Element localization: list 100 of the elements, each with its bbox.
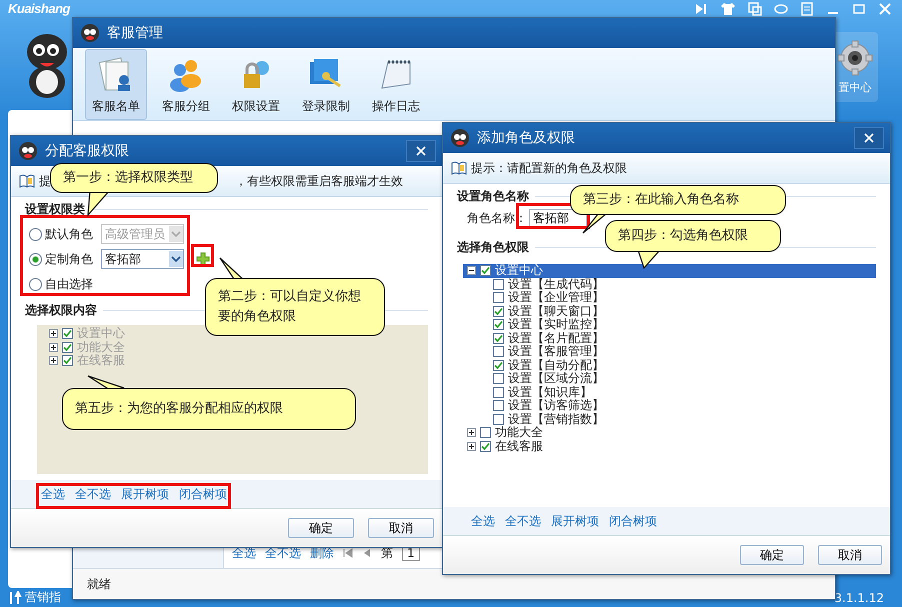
radio-button[interactable]	[29, 278, 42, 290]
tree-label: 功能大全	[495, 426, 543, 440]
tree-row[interactable]: 功能大全	[463, 426, 876, 440]
section-title: 选择权限内容	[25, 302, 97, 319]
link[interactable]: 闭合树项	[179, 486, 227, 502]
link[interactable]: 闭合树项	[609, 512, 657, 530]
checkbox[interactable]	[493, 306, 504, 317]
tree-label: 在线客服	[495, 440, 543, 453]
dialog-title: 分配客服权限	[45, 142, 129, 160]
tree-label: 设置【实时监控】	[508, 318, 604, 332]
tree-label: 设置【企业管理】	[508, 291, 604, 304]
close-icon	[416, 146, 426, 156]
shirt-icon[interactable]	[720, 2, 736, 16]
caret-icon	[169, 226, 183, 242]
checkbox[interactable]	[493, 373, 504, 384]
tree-row[interactable]: 设置【访客筛选】	[489, 399, 876, 412]
toolbar-button[interactable]: 权限设置	[225, 48, 287, 120]
close-button[interactable]	[854, 127, 884, 149]
tree-label: 在线客服	[77, 354, 125, 368]
tools-icon	[8, 590, 22, 604]
marketing-index-label[interactable]: 营销指	[25, 589, 61, 606]
tree-label: 设置【知识库】	[508, 386, 592, 399]
checkbox[interactable]	[493, 414, 504, 425]
checkbox[interactable]	[480, 440, 491, 452]
toolbar-button[interactable]: 客服分组	[155, 48, 217, 120]
tree-row[interactable]: 在线客服	[463, 440, 876, 453]
radio-label[interactable]: 自由选择	[45, 276, 93, 292]
dropdown: 高级管理员	[101, 224, 184, 244]
checkbox[interactable]	[493, 360, 504, 371]
tree-row[interactable]: 设置【营销指数】	[489, 412, 876, 426]
radio-label[interactable]: 默认角色	[45, 226, 93, 242]
window-icon[interactable]	[748, 2, 762, 16]
field-label: 角色名称：	[467, 210, 527, 226]
link[interactable]: 全不选	[505, 512, 541, 530]
checkbox[interactable]	[493, 278, 504, 290]
book-icon	[451, 160, 467, 176]
mascot-icon	[79, 22, 101, 44]
checkbox[interactable]	[480, 427, 491, 438]
checkbox[interactable]	[493, 386, 504, 398]
expand-icon[interactable]	[467, 442, 476, 451]
tree-label: 设置【访客筛选】	[508, 399, 604, 412]
tree-row[interactable]: 设置【聊天窗口】	[489, 304, 876, 318]
checkbox[interactable]	[493, 346, 504, 358]
link[interactable]: 全选	[41, 486, 65, 502]
tree-label: 设置【客服管理】	[508, 345, 604, 358]
skip-icon[interactable]	[694, 2, 708, 16]
tree-label: 设置中心	[495, 264, 543, 278]
ok-button[interactable]: 确定	[288, 518, 354, 538]
add-icon[interactable]	[196, 252, 210, 266]
cancel-button[interactable]: 取消	[818, 545, 882, 565]
link[interactable]: 全选	[471, 512, 495, 530]
toolbar-button[interactable]: 登录限制	[295, 48, 357, 120]
tree-label: 设置中心	[77, 327, 125, 340]
section-title: 设置角色名称	[457, 188, 529, 205]
cancel-button[interactable]: 取消	[368, 518, 434, 538]
tree-row[interactable]: 设置【名片配置】	[489, 332, 876, 345]
dropdown[interactable]: 客拓部	[101, 249, 184, 269]
link[interactable]: 全选	[232, 544, 256, 562]
radio-label[interactable]: 定制角色	[45, 250, 93, 268]
window-title: 客服管理	[107, 24, 163, 42]
page-label: 第	[381, 544, 393, 562]
tree-row[interactable]: 设置中心	[463, 264, 876, 278]
radio-button[interactable]	[29, 252, 42, 266]
first-page-icon[interactable]	[343, 548, 353, 558]
app-logo: Kuaishang	[8, 1, 70, 16]
toolbar-button[interactable]: 操作日志	[365, 48, 427, 120]
tree-row[interactable]: 设置【生成代码】	[489, 278, 876, 291]
mascot-icon	[17, 140, 39, 162]
checkbox[interactable]	[493, 319, 504, 330]
link[interactable]: 全不选	[265, 544, 301, 562]
tree-label: 设置【生成代码】	[508, 278, 604, 291]
link[interactable]: 全不选	[75, 486, 111, 502]
tree-row[interactable]: 设置【实时监控】	[489, 318, 876, 332]
checkbox[interactable]	[480, 265, 491, 276]
tree-label: 功能大全	[77, 340, 125, 354]
ok-button[interactable]: 确定	[740, 545, 804, 565]
section-title: 选择角色权限	[457, 239, 529, 256]
maximize-icon[interactable]	[852, 2, 866, 16]
tree-row[interactable]: 设置【知识库】	[489, 386, 876, 399]
link[interactable]: 展开树项	[551, 512, 599, 530]
tree-row[interactable]: 设置【企业管理】	[489, 291, 876, 304]
close-icon[interactable]	[878, 2, 892, 16]
tree-label: 设置【营销指数】	[508, 412, 604, 426]
checkbox[interactable]	[493, 292, 504, 304]
toolbar-button[interactable]: 客服名单	[85, 48, 147, 120]
tree-row[interactable]: 设置【客服管理】	[489, 345, 876, 358]
tree-label: 设置【聊天窗口】	[508, 304, 604, 318]
checkbox[interactable]	[493, 332, 504, 344]
checkbox[interactable]	[493, 400, 504, 412]
expand-icon[interactable]	[467, 428, 476, 438]
radio-button[interactable]	[29, 228, 42, 240]
tree-row[interactable]: 设置【区域分流】	[489, 372, 876, 386]
lock-screen-icon[interactable]	[800, 2, 814, 16]
tree-row[interactable]: 设置【自动分配】	[489, 358, 876, 372]
mascot-icon	[449, 127, 471, 149]
link[interactable]: 展开树项	[121, 486, 169, 502]
close-button[interactable]	[406, 140, 436, 162]
chat-icon[interactable]	[774, 2, 788, 16]
collapse-icon[interactable]	[467, 266, 476, 276]
caret-icon	[169, 251, 183, 267]
